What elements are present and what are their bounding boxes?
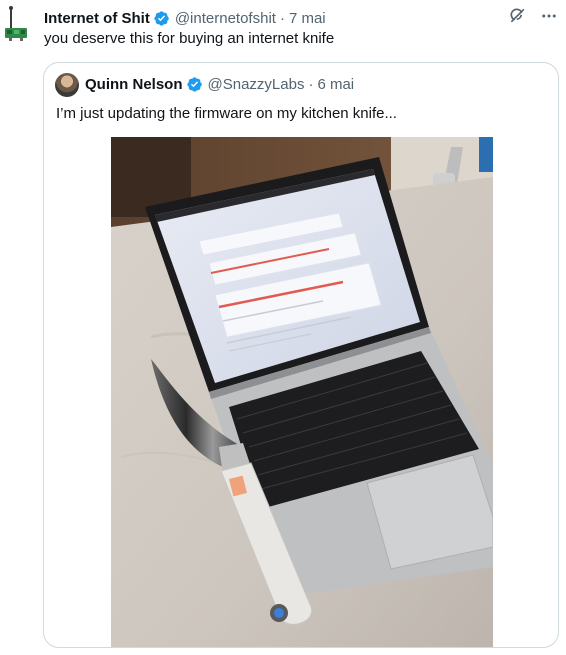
- separator-dot: ·: [279, 9, 285, 27]
- verified-badge-icon: [154, 10, 169, 26]
- quoted-author-name[interactable]: Quinn Nelson: [85, 76, 183, 93]
- quoted-tweet-header: Quinn Nelson @SnazzyLabs · 6 mai: [85, 76, 354, 93]
- quoted-tweet-text: I’m just updating the firmware on my kit…: [56, 105, 397, 122]
- tweet-header-actions: [508, 6, 558, 26]
- author-handle[interactable]: @internetofshit: [175, 10, 276, 27]
- grok-icon[interactable]: [508, 6, 528, 26]
- tweet-header: Internet of Shit @internetofshit · 7 mai: [44, 8, 546, 28]
- quoted-author-handle[interactable]: @SnazzyLabs: [208, 76, 305, 93]
- author-name[interactable]: Internet of Shit: [44, 10, 150, 27]
- tweet-date[interactable]: 7 mai: [289, 10, 326, 27]
- quoted-tweet-date[interactable]: 6 mai: [317, 76, 354, 93]
- verified-badge-icon: [186, 77, 202, 92]
- separator-dot: ·: [308, 76, 314, 93]
- quoted-tweet-card[interactable]: Quinn Nelson @SnazzyLabs · 6 mai I’m jus…: [43, 62, 559, 648]
- tweet-text: you deserve this for buying an internet …: [44, 30, 335, 47]
- quoted-author-avatar[interactable]: [55, 73, 79, 97]
- author-avatar[interactable]: [0, 4, 34, 44]
- more-icon[interactable]: [540, 7, 558, 25]
- laptop-and-knife-photo: [111, 137, 493, 647]
- robot-antenna-icon: [5, 6, 27, 41]
- tweet-photo[interactable]: [111, 137, 493, 647]
